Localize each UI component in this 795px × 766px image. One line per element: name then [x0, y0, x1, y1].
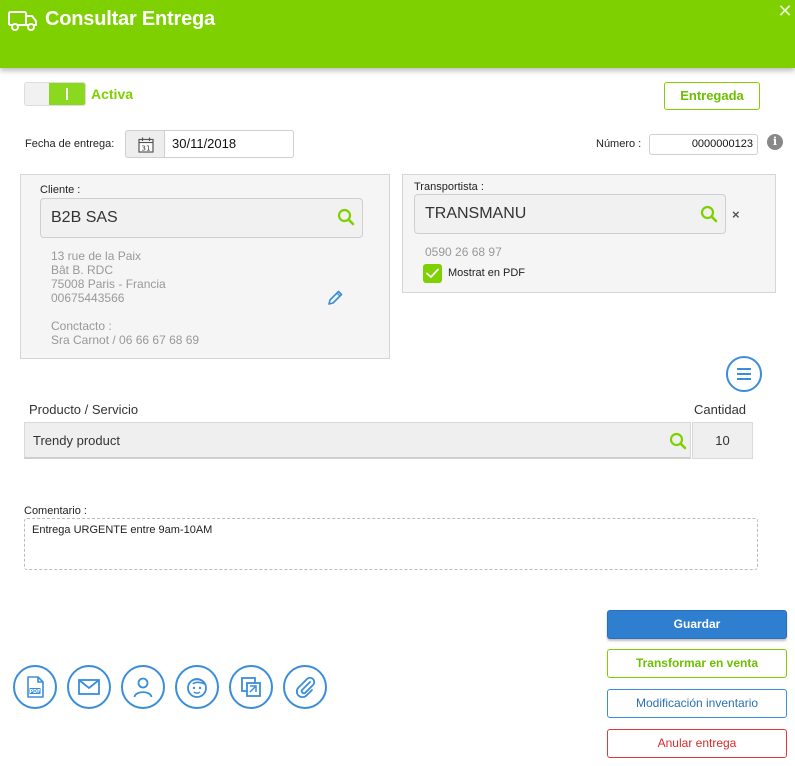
- user-icon: [133, 677, 153, 698]
- transportista-input[interactable]: TRANSMANU: [414, 194, 726, 234]
- search-icon[interactable]: [337, 208, 355, 226]
- check-icon: [426, 268, 439, 278]
- pdf-button[interactable]: PDF: [13, 665, 57, 709]
- mail-icon: [78, 679, 100, 695]
- cliente-input[interactable]: B2B SAS: [40, 198, 363, 238]
- attachment-button[interactable]: [283, 665, 327, 709]
- product-input[interactable]: Trendy product: [24, 422, 691, 459]
- user-button[interactable]: [121, 665, 165, 709]
- status-entregada-button[interactable]: Entregada: [664, 82, 760, 110]
- quantity-column-header: Cantidad: [694, 402, 747, 417]
- address-line: 13 rue de la Paix: [51, 249, 142, 263]
- truck-icon: [8, 11, 37, 31]
- copy-icon: [241, 677, 261, 697]
- quantity-input[interactable]: 10: [692, 422, 753, 459]
- comment-label: Comentario :: [24, 505, 87, 517]
- copy-button[interactable]: [229, 665, 273, 709]
- search-icon[interactable]: [669, 432, 687, 450]
- paperclip-icon: [295, 676, 316, 699]
- hamburger-menu-icon[interactable]: [726, 356, 762, 392]
- pdf-checkbox[interactable]: [423, 264, 442, 283]
- transportista-label: Transportista :: [414, 181, 484, 193]
- search-icon[interactable]: [700, 205, 718, 223]
- contact-label: Conctacto :: [51, 319, 112, 333]
- face-icon: [187, 678, 207, 698]
- calendar-icon: 31: [138, 137, 154, 153]
- page-title: Consultar Entrega: [45, 8, 215, 30]
- svg-text:PDF: PDF: [30, 689, 41, 695]
- close-icon[interactable]: ✕: [777, 2, 793, 20]
- pdf-checkbox-label: Mostrat en PDF: [448, 267, 526, 279]
- info-icon[interactable]: i: [767, 134, 783, 150]
- modify-inventory-button[interactable]: Modificación inventario: [607, 689, 787, 718]
- address-line: 75008 Paris - Francia: [51, 277, 166, 291]
- remove-transportista-icon[interactable]: ×: [732, 207, 740, 222]
- transform-to-sale-button[interactable]: Transformar en venta: [607, 649, 787, 678]
- face-button[interactable]: [175, 665, 219, 709]
- contact-value: Sra Carnot / 06 66 67 68 69: [51, 333, 200, 347]
- mail-button[interactable]: [67, 665, 111, 709]
- address-line: Bât B. RDC: [51, 263, 114, 277]
- delivery-date-label: Fecha de entrega:: [25, 138, 115, 150]
- numero-label: Número :: [596, 138, 642, 150]
- toggle-knob: [49, 83, 85, 105]
- calendar-button[interactable]: 31: [125, 130, 165, 158]
- delivery-date-input[interactable]: 30/11/2018: [164, 130, 294, 158]
- product-column-header: Producto / Servicio: [29, 402, 139, 417]
- numero-input[interactable]: 0000000123: [649, 134, 758, 155]
- active-toggle[interactable]: [24, 82, 86, 106]
- comment-textarea[interactable]: Entrega URGENTE entre 9am-10AM: [24, 518, 758, 570]
- svg-text:31: 31: [142, 145, 151, 153]
- transportista-phone: 0590 26 68 97: [425, 245, 502, 259]
- cancel-delivery-button[interactable]: Anular entrega: [607, 729, 787, 758]
- pencil-edit-icon[interactable]: [326, 289, 344, 307]
- header-bar: Consultar Entrega ✕: [0, 0, 795, 68]
- pdf-icon: PDF: [27, 676, 44, 698]
- address-line: 00675443566: [51, 291, 125, 305]
- save-button[interactable]: Guardar: [607, 610, 787, 639]
- cliente-label: Cliente :: [40, 184, 81, 196]
- active-toggle-label: Activa: [91, 86, 134, 102]
